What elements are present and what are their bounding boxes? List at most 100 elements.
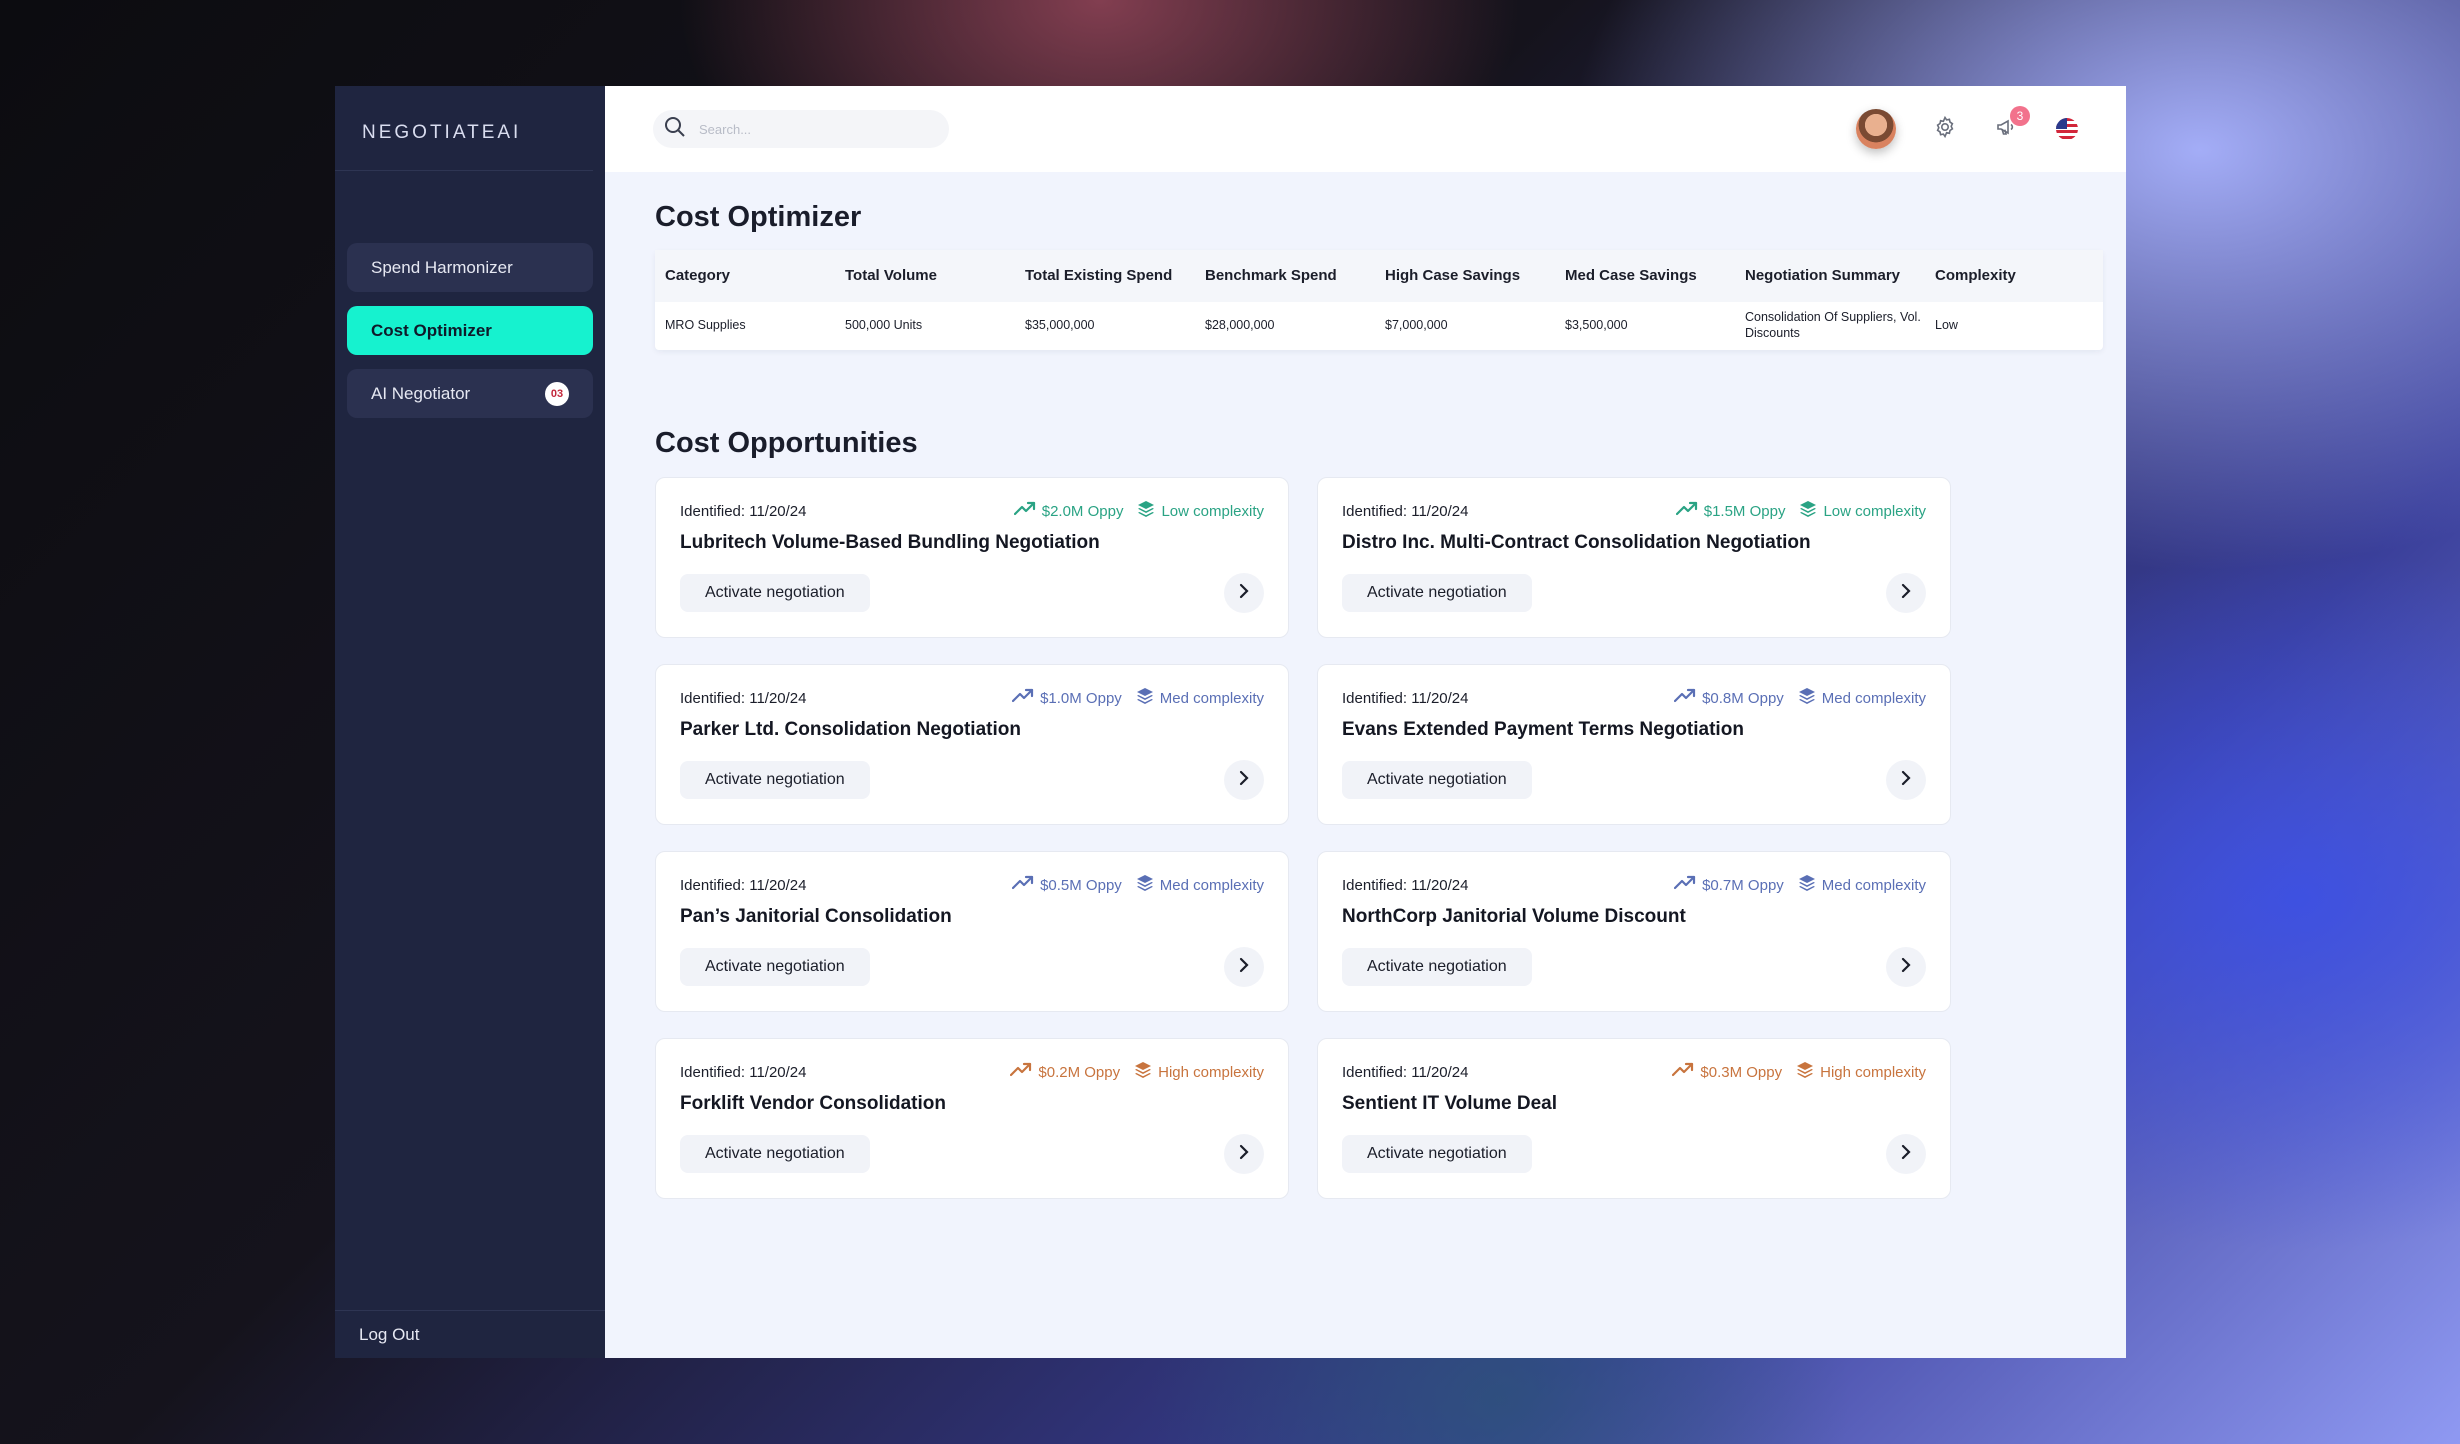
complexity-value: Low complexity [1137, 500, 1264, 522]
sidebar-item-badge: 03 [545, 381, 569, 406]
opportunity-cards: Identified: 11/20/24 $2.0M Oppy Low comp… [655, 477, 1951, 1199]
sidebar-item-cost-optimizer[interactable]: Cost Optimizer [347, 306, 593, 355]
open-card-button[interactable] [1886, 573, 1926, 613]
opportunity-card[interactable]: Identified: 11/20/24 $0.8M Oppy Med comp… [1317, 664, 1951, 825]
opportunity-card[interactable]: Identified: 11/20/24 $2.0M Oppy Low comp… [655, 477, 1289, 638]
user-avatar[interactable] [1856, 109, 1896, 149]
identified-date: Identified: 11/20/24 [1342, 689, 1469, 707]
column-header: Benchmark Spend [1205, 266, 1337, 284]
activate-negotiation-button[interactable]: Activate negotiation [680, 1135, 870, 1173]
activate-negotiation-button[interactable]: Activate negotiation [1342, 761, 1532, 799]
logout-button[interactable]: Log Out [335, 1310, 605, 1358]
table-cell: $7,000,000 [1385, 318, 1448, 333]
open-card-button[interactable] [1886, 760, 1926, 800]
card-actions: Activate negotiation [1342, 760, 1926, 800]
sidebar-nav: Spend Harmonizer Cost Optimizer AI Negot… [335, 243, 605, 418]
activate-negotiation-button[interactable]: Activate negotiation [1342, 574, 1532, 612]
opportunity-card[interactable]: Identified: 11/20/24 $0.5M Oppy Med comp… [655, 851, 1289, 1012]
settings-button[interactable] [1932, 115, 1958, 142]
chevron-right-icon [1236, 770, 1252, 791]
table-cell: MRO Supplies [665, 318, 746, 333]
sidebar-item-spend-harmonizer[interactable]: Spend Harmonizer [347, 243, 593, 292]
card-actions: Activate negotiation [1342, 573, 1926, 613]
card-actions: Activate negotiation [680, 1134, 1264, 1174]
complexity-value: High complexity [1134, 1061, 1264, 1083]
sidebar-item-label: AI Negotiator [371, 383, 471, 403]
chevron-right-icon [1898, 583, 1914, 604]
notification-badge: 3 [2010, 106, 2030, 126]
card-title: Distro Inc. Multi-Contract Consolidation… [1342, 532, 1811, 553]
identified-date: Identified: 11/20/24 [680, 1063, 807, 1081]
oppy-label: $0.5M Oppy [1040, 876, 1122, 894]
card-meta: $0.2M Oppy High complexity [1010, 1061, 1264, 1083]
column-header: Total Existing Spend [1025, 266, 1173, 284]
complexity-value: Med complexity [1798, 687, 1926, 709]
card-header: Identified: 11/20/24 $0.2M Oppy High com… [680, 1061, 1264, 1083]
oppy-label: $1.5M Oppy [1703, 502, 1786, 520]
open-card-button[interactable] [1886, 947, 1926, 987]
column-header: Total Volume [845, 266, 937, 284]
opportunity-card[interactable]: Identified: 11/20/24 $0.3M Oppy High com… [1317, 1038, 1951, 1199]
complexity-label: High complexity [1158, 1063, 1264, 1081]
layers-icon [1796, 1061, 1814, 1083]
chevron-right-icon [1898, 957, 1914, 978]
open-card-button[interactable] [1224, 760, 1264, 800]
activate-negotiation-button[interactable]: Activate negotiation [1342, 948, 1532, 986]
search-input[interactable] [699, 121, 919, 137]
complexity-value: Med complexity [1136, 687, 1264, 709]
column-header: Complexity [1935, 266, 2016, 284]
top-actions: 3 [1856, 106, 2078, 149]
table-cell: $3,500,000 [1565, 318, 1628, 333]
column-header: Negotiation Summary [1745, 266, 1901, 284]
column-header: Med Case Savings [1565, 266, 1697, 284]
oppy-label: $0.3M Oppy [1700, 1063, 1783, 1081]
card-actions: Activate negotiation [680, 947, 1264, 987]
card-header: Identified: 11/20/24 $2.0M Oppy Low comp… [680, 500, 1264, 522]
top-bar: 3 [605, 86, 2126, 172]
open-card-button[interactable] [1224, 573, 1264, 613]
card-actions: Activate negotiation [680, 573, 1264, 613]
table-header: Category Total Volume Total Existing Spe… [655, 250, 2103, 302]
card-header: Identified: 11/20/24 $1.5M Oppy Low comp… [1342, 500, 1926, 522]
open-card-button[interactable] [1886, 1134, 1926, 1174]
layers-icon [1136, 687, 1154, 709]
opportunity-card[interactable]: Identified: 11/20/24 $1.0M Oppy Med comp… [655, 664, 1289, 825]
complexity-label: Med complexity [1821, 876, 1926, 894]
complexity-label: Med complexity [1159, 689, 1264, 707]
opportunity-card[interactable]: Identified: 11/20/24 $0.7M Oppy Med comp… [1317, 851, 1951, 1012]
app-window: NEGOTIATEAI Spend Harmonizer Cost Optimi… [335, 86, 2126, 1358]
sidebar-item-label: Spend Harmonizer [371, 257, 513, 277]
oppy-value: $2.0M Oppy [1013, 501, 1123, 521]
activate-negotiation-button[interactable]: Activate negotiation [1342, 1135, 1532, 1173]
trending-up-icon [1011, 688, 1034, 708]
card-title: Forklift Vendor Consolidation [680, 1093, 946, 1114]
opportunity-card[interactable]: Identified: 11/20/24 $0.2M Oppy High com… [655, 1038, 1289, 1199]
activate-negotiation-button[interactable]: Activate negotiation [680, 761, 870, 799]
activate-negotiation-button[interactable]: Activate negotiation [680, 574, 870, 612]
open-card-button[interactable] [1224, 1134, 1264, 1174]
layers-icon [1799, 500, 1817, 522]
cost-optimizer-table: Category Total Volume Total Existing Spe… [655, 250, 2103, 350]
table-cell: Consolidation Of Suppliers, Vol. Discoun… [1745, 310, 1921, 340]
card-title: Parker Ltd. Consolidation Negotiation [680, 719, 1021, 740]
complexity-value: Med complexity [1798, 874, 1926, 896]
complexity-value: Med complexity [1136, 874, 1264, 896]
oppy-label: $0.8M Oppy [1702, 689, 1784, 707]
identified-date: Identified: 11/20/24 [680, 689, 807, 707]
card-meta: $2.0M Oppy Low complexity [1013, 500, 1264, 522]
opportunity-card[interactable]: Identified: 11/20/24 $1.5M Oppy Low comp… [1317, 477, 1951, 638]
chevron-right-icon [1236, 1144, 1252, 1165]
open-card-button[interactable] [1224, 947, 1264, 987]
us-flag-icon[interactable] [2056, 118, 2078, 140]
oppy-value: $0.8M Oppy [1673, 688, 1784, 708]
sidebar-item-ai-negotiator[interactable]: AI Negotiator 03 [347, 369, 593, 418]
card-meta: $0.7M Oppy Med complexity [1673, 874, 1926, 896]
activate-negotiation-button[interactable]: Activate negotiation [680, 948, 870, 986]
notifications-button[interactable]: 3 [1994, 106, 2030, 142]
trending-up-icon [1011, 875, 1034, 895]
card-title: Lubritech Volume-Based Bundling Negotiat… [680, 532, 1100, 553]
complexity-value: High complexity [1796, 1061, 1926, 1083]
search-box[interactable] [653, 110, 949, 148]
card-title: NorthCorp Janitorial Volume Discount [1342, 906, 1686, 927]
oppy-value: $0.5M Oppy [1011, 875, 1122, 895]
